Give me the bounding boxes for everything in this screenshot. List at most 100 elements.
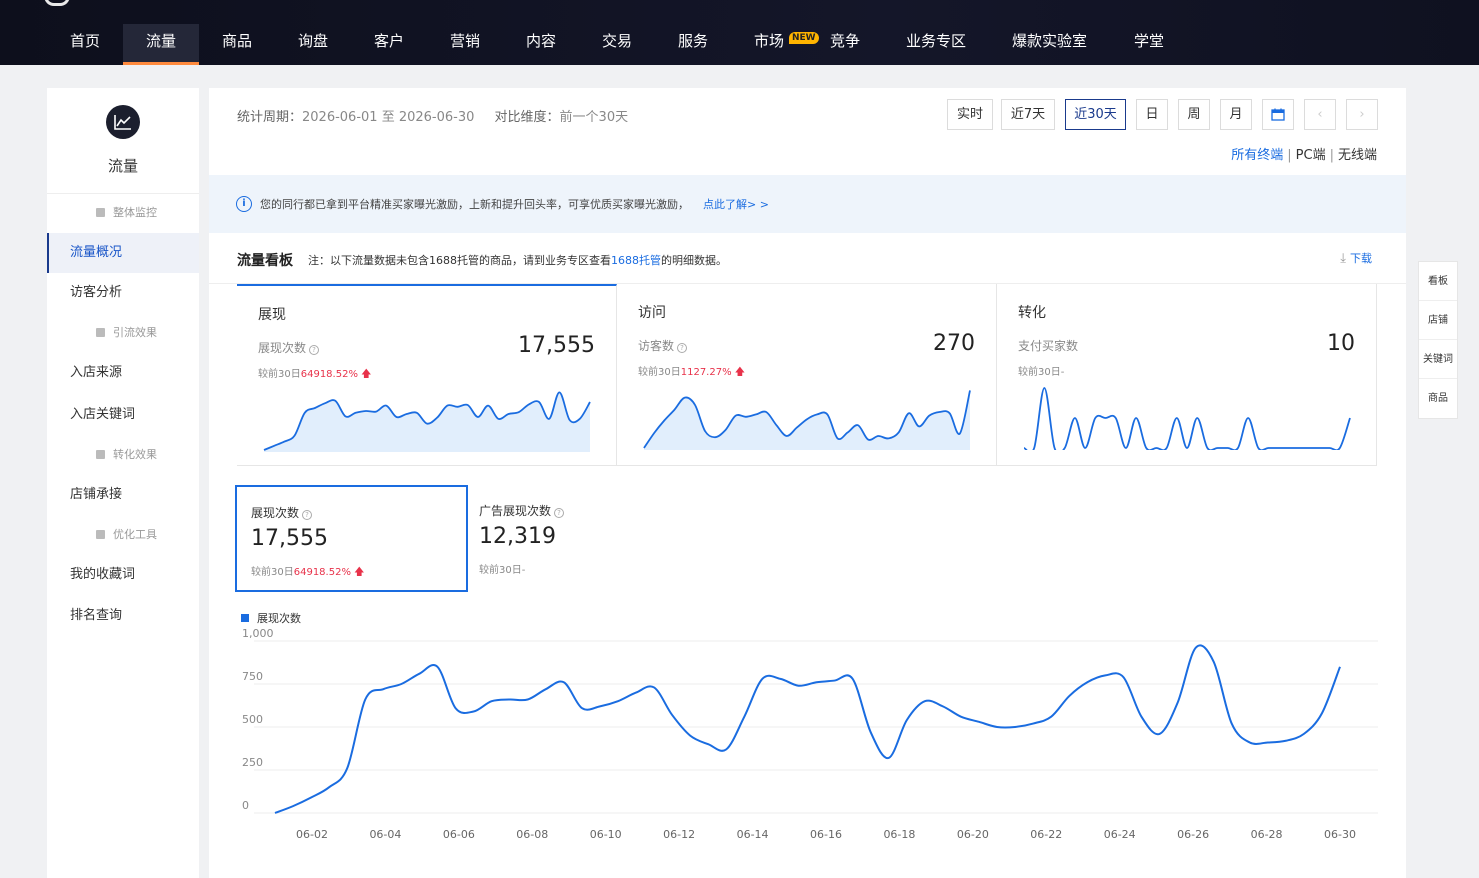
sidebar-item-traffic-overview[interactable]: 流量概况 (47, 233, 199, 273)
info-icon: i (236, 196, 252, 212)
main-panel: 统计周期：2026-06-01 至 2026-06-30 对比维度：前一个30天… (209, 88, 1406, 878)
legend-swatch (241, 614, 249, 622)
week-button[interactable]: 周 (1178, 99, 1210, 130)
nav-item-marketing[interactable]: 营销 (450, 30, 480, 52)
card-visits[interactable]: 访问 访客数? 270 较前30日1127.27% 🡅 (617, 284, 997, 466)
download-button[interactable]: ⤓ 下载 (1340, 250, 1372, 266)
download-icon: ⤓ (1340, 251, 1346, 266)
nav-item-content[interactable]: 内容 (526, 30, 556, 52)
sidebar-item-label: 我的收藏词 (70, 567, 136, 582)
card-conversion[interactable]: 转化 支付买家数 10 较前30日- (997, 284, 1377, 466)
kpi-label: 广告展现次数? (479, 502, 565, 519)
sparkline-visits (643, 390, 971, 450)
help-icon[interactable]: ? (309, 345, 320, 355)
sidebar-item-store-landing[interactable]: 店铺承接 (47, 475, 199, 515)
x-tick-label: 06-24 (1104, 828, 1136, 841)
sidebar-item-rank-query[interactable]: 排名查询 (47, 596, 199, 636)
new-badge: NEW (789, 32, 819, 44)
chevron-left-icon: ‹ (1317, 107, 1323, 122)
compare-value: 前一个30天 (559, 110, 629, 125)
kpi-impressions[interactable]: 展现次数? 17,555 较前30日64918.52% 🡅 (235, 485, 468, 592)
nav-item-traffic[interactable]: 流量 (146, 30, 176, 52)
folder-icon (96, 450, 105, 459)
nav-item-competition[interactable]: 竞争 (830, 30, 860, 52)
hosting-link[interactable]: 1688托管 (611, 254, 661, 267)
folder-icon (96, 208, 105, 217)
arrow-up-icon: 🡅 (731, 367, 746, 378)
card-title: 访问 (638, 305, 666, 321)
float-tab-store[interactable]: 店铺 (1419, 301, 1457, 340)
x-tick-label: 06-14 (737, 828, 769, 841)
terminal-pc-link[interactable]: PC端 (1296, 148, 1326, 163)
last-7-days-button[interactable]: 近7天 (1001, 99, 1055, 130)
nav-item-lab[interactable]: 爆款实验室 (1012, 30, 1087, 52)
card-title: 转化 (1018, 305, 1046, 321)
chart-legend[interactable]: 展现次数 (241, 610, 301, 626)
nav-item-customers[interactable]: 客户 (374, 30, 404, 52)
floating-nav: 看板 店铺 关键词 商品 (1418, 261, 1458, 419)
top-nav: 首页 流量 商品 询盘 客户 营销 内容 交易 服务 市场 NEW 竞争 业务专… (0, 0, 1479, 65)
sidebar-item-store-source[interactable]: 入店来源 (47, 353, 199, 393)
next-period-button[interactable]: › (1346, 99, 1378, 130)
kpi-value: 12,319 (479, 524, 556, 549)
sidebar-group-overall: 整体监控 (47, 193, 199, 233)
arrow-up-icon: 🡅 (350, 567, 365, 578)
float-tab-board[interactable]: 看板 (1419, 262, 1457, 301)
x-tick-label: 06-02 (296, 828, 328, 841)
nav-item-service[interactable]: 服务 (678, 30, 708, 52)
sidebar-item-label: 店铺承接 (70, 487, 123, 502)
kpi-label: 展现次数? (251, 504, 313, 521)
nav-item-academy[interactable]: 学堂 (1134, 30, 1164, 52)
float-tab-products[interactable]: 商品 (1419, 379, 1457, 418)
terminal-all-link[interactable]: 所有终端 (1231, 148, 1283, 163)
nav-item-products[interactable]: 商品 (222, 30, 252, 52)
period-value: 2026-06-01 至 2026-06-30 (302, 110, 475, 125)
sparkline-conversion (1023, 387, 1351, 450)
chevron-right-icon: › (1359, 107, 1365, 122)
sidebar-item-label: 转化效果 (113, 448, 157, 461)
card-value: 270 (933, 331, 975, 356)
nav-item-home[interactable]: 首页 (70, 30, 100, 52)
day-button[interactable]: 日 (1136, 99, 1168, 130)
board-title: 流量看板 (237, 253, 293, 269)
float-tab-keywords[interactable]: 关键词 (1419, 340, 1457, 379)
terminal-wireless-link[interactable]: 无线端 (1338, 148, 1377, 163)
x-tick-label: 06-18 (883, 828, 915, 841)
compare-label: 对比维度： (494, 110, 560, 125)
folder-icon (96, 530, 105, 539)
sidebar-item-label: 访客分析 (70, 285, 123, 300)
sidebar-item-visitor-analysis[interactable]: 访客分析 (47, 273, 199, 313)
sidebar: 流量 整体监控 流量概况 访客分析 引流效果 入店来源 入店关键词 转化效果 店… (47, 88, 199, 878)
sidebar-item-label: 流量概况 (70, 245, 123, 260)
last-30-days-button[interactable]: 近30天 (1065, 99, 1126, 130)
nav-item-market[interactable]: 市场 (754, 30, 784, 52)
stat-period: 统计周期：2026-06-01 至 2026-06-30 对比维度：前一个30天 (237, 106, 628, 125)
card-value: 17,555 (518, 333, 595, 358)
calendar-button[interactable] (1262, 99, 1294, 130)
nav-item-trade[interactable]: 交易 (602, 30, 632, 52)
card-metric: 支付买家数 (1018, 339, 1079, 353)
arrow-up-icon: 🡅 (357, 369, 372, 380)
sidebar-item-label: 引流效果 (113, 326, 157, 339)
sidebar-item-label: 优化工具 (113, 528, 157, 541)
sparkline-impressions (263, 391, 591, 452)
learn-more-link[interactable]: 点此了解> > (703, 198, 769, 211)
help-icon[interactable]: ? (677, 343, 688, 353)
kpi-ad-impressions[interactable]: 广告展现次数? 12,319 较前30日- (465, 485, 698, 592)
impressions-line-chart: 0 250 500 750 1,000 06-02 06-04 06-06 06-08 06-10… (242, 628, 1378, 841)
sidebar-item-store-keywords[interactable]: 入店关键词 (47, 395, 199, 435)
nav-item-business-zone[interactable]: 业务专区 (906, 30, 966, 52)
month-button[interactable]: 月 (1220, 99, 1252, 130)
kpi-value: 17,555 (251, 526, 328, 551)
nav-item-inquiry[interactable]: 询盘 (298, 30, 328, 52)
realtime-button[interactable]: 实时 (947, 99, 993, 130)
folder-icon (96, 328, 105, 337)
sidebar-item-favorite-words[interactable]: 我的收藏词 (47, 555, 199, 595)
help-icon[interactable]: ? (302, 510, 313, 520)
help-icon[interactable]: ? (554, 508, 565, 518)
prev-period-button[interactable]: ‹ (1304, 99, 1336, 130)
card-impressions[interactable]: 展现 展现次数? 17,555 较前30日64918.52% 🡅 (237, 284, 617, 466)
x-tick-label: 06-20 (957, 828, 989, 841)
x-tick-label: 06-16 (810, 828, 842, 841)
x-tick-label: 06-22 (1030, 828, 1062, 841)
